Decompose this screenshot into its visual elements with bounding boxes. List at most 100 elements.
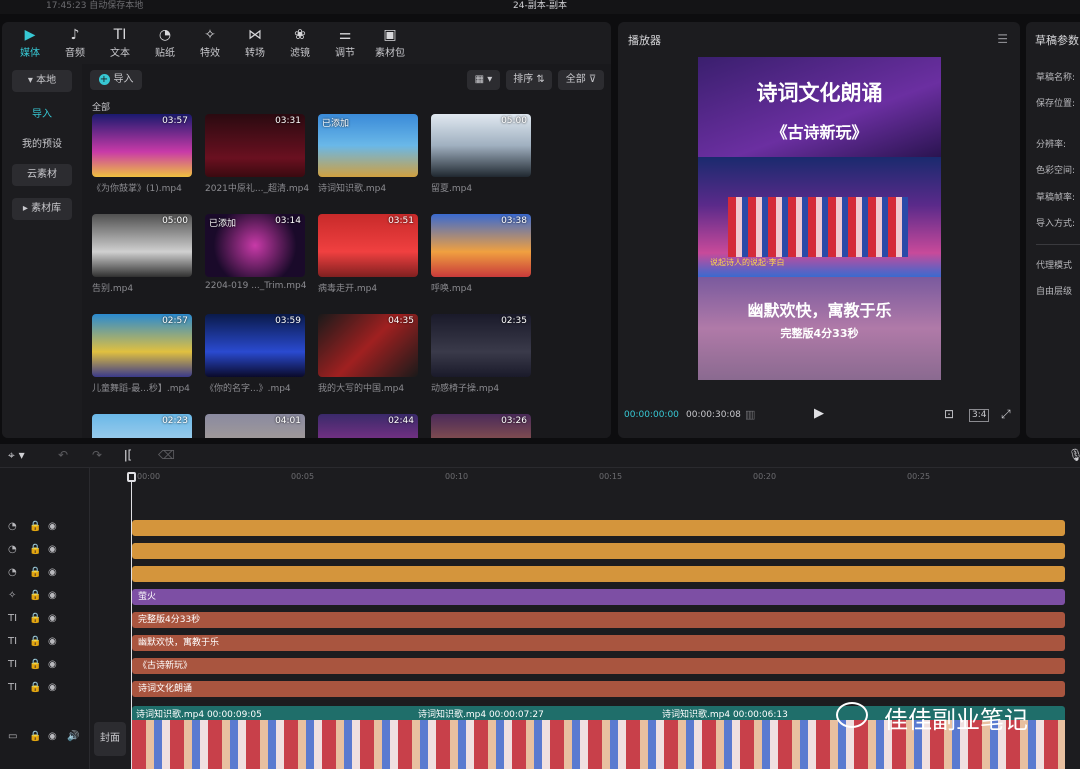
- sidebar-item[interactable]: ▾ 本地: [12, 70, 72, 92]
- sidebar-item[interactable]: 导入: [12, 104, 72, 126]
- video-clip-name: 诗词知识歌.mp4: [136, 710, 205, 720]
- eye-icon[interactable]: ◉: [48, 544, 57, 555]
- media-thumbnail[interactable]: 02:35: [431, 314, 531, 377]
- thumbnail-duration: 02:57: [162, 316, 188, 326]
- track-controls: ◔ 🔒 ◉: [0, 541, 90, 561]
- sticker-clip[interactable]: [132, 543, 1065, 559]
- lock-icon[interactable]: 🔒: [29, 682, 41, 693]
- media-thumbnail[interactable]: 02:44: [318, 414, 418, 438]
- lock-icon[interactable]: 🔒: [29, 636, 41, 647]
- media-thumbnail[interactable]: 03:57: [92, 114, 192, 177]
- playhead-handle[interactable]: [127, 472, 136, 482]
- menu-icon[interactable]: ☰: [997, 32, 1008, 46]
- audio-icon[interactable]: 🔊: [67, 731, 79, 742]
- text-clip[interactable]: 幽默欢快，寓教于乐: [132, 635, 1065, 651]
- fit-screen-icon[interactable]: ⊡: [944, 407, 954, 421]
- sidebar-item[interactable]: 云素材: [12, 164, 72, 186]
- media-thumbnail[interactable]: 03:51: [318, 214, 418, 277]
- media-thumbnail[interactable]: 04:35: [318, 314, 418, 377]
- undo-icon[interactable]: ↶: [58, 448, 68, 462]
- thumbnail-name: 告别.mp4: [92, 284, 134, 294]
- sticker-clip[interactable]: [132, 520, 1065, 536]
- sticker-icon: ◔: [8, 521, 17, 532]
- select-tool-icon[interactable]: ⌖ ▾: [8, 448, 25, 463]
- thumbnail-name: 动感椅子操.mp4: [431, 384, 500, 394]
- media-thumbnail[interactable]: 03:31: [205, 114, 305, 177]
- sticker-clip[interactable]: [132, 566, 1065, 582]
- sidebar-item[interactable]: ▸ 素材库: [12, 198, 72, 220]
- toolbar-filter[interactable]: ❀ 滤镜: [280, 26, 320, 59]
- thumbnail-name: 诗词知识歌.mp4: [318, 184, 387, 194]
- import-button[interactable]: + 导入: [90, 70, 142, 90]
- text-clip[interactable]: 完整版4分33秒: [132, 612, 1065, 628]
- sort-button[interactable]: 排序 ⇅: [506, 70, 552, 90]
- video-track-icon[interactable]: ▭: [8, 731, 17, 742]
- text-clip[interactable]: 《古诗新玩》: [132, 658, 1065, 674]
- toolbar-adjust[interactable]: ⚌ 调节: [325, 26, 365, 59]
- eye-icon[interactable]: ◉: [48, 613, 57, 624]
- toolbar-sticker[interactable]: ◔ 贴纸: [145, 26, 185, 59]
- lock-icon[interactable]: 🔒: [29, 731, 41, 742]
- media-thumbnail[interactable]: 03:38: [431, 214, 531, 277]
- cover-button[interactable]: 封面: [94, 722, 126, 756]
- lock-icon[interactable]: 🔒: [29, 567, 41, 578]
- view-toggle-button[interactable]: ▦ ▾: [467, 70, 500, 90]
- video-clip-header[interactable]: 诗词知识歌.mp4 00:00:09:05: [136, 707, 262, 720]
- play-button[interactable]: ▶: [814, 406, 824, 421]
- thumbnail-duration: 03:51: [388, 216, 414, 226]
- draft-title: 草稿参数: [1035, 34, 1079, 47]
- media-thumbnail[interactable]: 05:00: [431, 114, 531, 177]
- video-preview: 诗词文化朗诵 《古诗新玩》 说起诗人的说起·李白 幽默欢快，寓教于乐 完整版4分…: [698, 57, 941, 380]
- time-tick: 00:25: [907, 472, 931, 481]
- draft-field-label: 草稿帧率:: [1036, 193, 1076, 203]
- toolbar-text[interactable]: TI 文本: [100, 26, 140, 59]
- split-icon[interactable]: ǀ[: [124, 448, 132, 462]
- eye-icon[interactable]: ◉: [48, 567, 57, 578]
- eye-icon[interactable]: ◉: [48, 659, 57, 670]
- player-title: 播放器: [628, 34, 661, 47]
- eye-icon[interactable]: ◉: [48, 590, 57, 601]
- lock-icon[interactable]: 🔒: [29, 544, 41, 555]
- lock-icon[interactable]: 🔒: [29, 590, 41, 601]
- media-thumbnail[interactable]: 05:00: [92, 214, 192, 277]
- redo-icon[interactable]: ↷: [92, 448, 102, 462]
- microphone-icon[interactable]: 🎙: [1068, 448, 1080, 462]
- time-tick: 00:00: [137, 472, 161, 481]
- aspect-ratio-button[interactable]: 3:4: [969, 409, 990, 422]
- media-thumbnail[interactable]: 03:59: [205, 314, 305, 377]
- fullscreen-icon[interactable]: ⤢: [1001, 407, 1011, 422]
- media-grid-area: + 导入 ▦ ▾ 排序 ⇅ 全部 ⊽ 全部 03:57 《为你鼓掌》(1).mp4 0…: [82, 64, 611, 438]
- draft-field-label: 草稿名称:: [1036, 73, 1076, 83]
- video-clip-header[interactable]: 诗词知识歌.mp4 00:00:06:13: [662, 707, 788, 720]
- thumbnail-duration: 04:35: [388, 316, 414, 326]
- lock-icon[interactable]: 🔒: [29, 613, 41, 624]
- lock-icon[interactable]: 🔒: [29, 659, 41, 670]
- toolbar-effects[interactable]: ✧ 特效: [190, 26, 230, 59]
- delete-icon[interactable]: ⌫: [158, 448, 175, 462]
- time-tick: 00:10: [445, 472, 469, 481]
- clip-label: 幽默欢快，寓教于乐: [138, 638, 220, 648]
- sidebar-item[interactable]: 我的预设: [12, 134, 72, 156]
- media-thumbnail[interactable]: 03:14 已添加: [205, 214, 305, 277]
- toolbar-package[interactable]: ▣ 素材包: [370, 26, 410, 59]
- media-thumbnail[interactable]: 02:57: [92, 314, 192, 377]
- media-thumbnail[interactable]: 已添加: [318, 114, 418, 177]
- video-clip-header[interactable]: 诗词知识歌.mp4 00:00:07:27: [418, 707, 544, 720]
- media-thumbnail[interactable]: 04:01: [205, 414, 305, 438]
- effect-clip[interactable]: 萤火: [132, 589, 1065, 605]
- eye-icon[interactable]: ◉: [48, 731, 57, 742]
- toolbar-media[interactable]: ▶ 媒体: [10, 26, 50, 59]
- toolbar-transition[interactable]: ⋈ 转场: [235, 26, 275, 59]
- media-thumbnail[interactable]: 02:23: [92, 414, 192, 438]
- video-clip-name: 诗词知识歌.mp4: [662, 710, 731, 720]
- eye-icon[interactable]: ◉: [48, 521, 57, 532]
- eye-icon[interactable]: ◉: [48, 636, 57, 647]
- sticker-icon: ◔: [8, 567, 17, 578]
- lock-icon[interactable]: 🔒: [29, 521, 41, 532]
- timecode-icon[interactable]: ▥: [745, 408, 755, 421]
- filter-button[interactable]: 全部 ⊽: [558, 70, 604, 90]
- text-clip[interactable]: 诗词文化朗诵: [132, 681, 1065, 697]
- media-thumbnail[interactable]: 03:26: [431, 414, 531, 438]
- eye-icon[interactable]: ◉: [48, 682, 57, 693]
- toolbar-audio[interactable]: ♪ 音频: [55, 26, 95, 59]
